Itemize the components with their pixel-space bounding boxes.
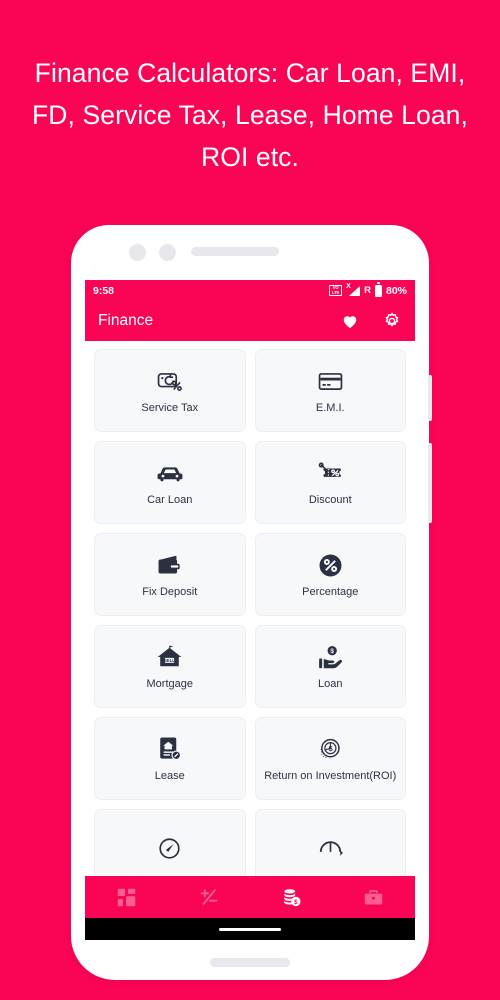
grid-item-label: Fix Deposit (142, 586, 198, 598)
wallet-icon (156, 550, 183, 580)
phone-bottom-speaker (210, 958, 290, 967)
svg-text:$: $ (329, 744, 333, 753)
grid-item-label: Loan (318, 678, 343, 690)
dashboard-grid-icon[interactable] (114, 885, 138, 909)
grid-item-emi[interactable]: E.M.I. (254, 349, 406, 432)
grid-item-lease[interactable]: Lease (94, 717, 246, 800)
credit-card-icon (317, 366, 344, 396)
phone-top-bezel (71, 225, 429, 275)
grid-item-label: E.M.I. (315, 402, 345, 414)
favorite-icon[interactable] (340, 311, 360, 331)
grid-item-percentage[interactable]: Percentage (254, 533, 406, 616)
proximity-sensor-icon (159, 244, 176, 261)
app-bar-actions (340, 311, 402, 331)
grid-item-label: Return on Investment(ROI) (264, 769, 397, 782)
app-title: Finance (98, 312, 154, 329)
grid-item-fix-deposit[interactable]: Fix Deposit (94, 533, 246, 616)
battery-percent-label: 80% (385, 284, 407, 297)
phone-volume-button[interactable] (428, 375, 432, 421)
grid-item-service-tax[interactable]: Service Tax (94, 349, 246, 432)
svg-text:SELL: SELL (164, 658, 175, 663)
bottom-navigation: $ (85, 876, 415, 918)
page-title: Finance Calculators: Car Loan, EMI, FD, … (32, 58, 468, 172)
roaming-indicator: R (364, 285, 371, 296)
grid-item-label: Car Loan (147, 494, 193, 506)
lease-document-icon (156, 734, 183, 764)
speedometer-icon (317, 833, 344, 863)
battery-icon (374, 282, 382, 297)
car-icon (156, 458, 184, 488)
svg-text:$: $ (294, 898, 298, 905)
volte-icon: VO LTE (329, 285, 343, 296)
signal-strength-icon: X (346, 283, 361, 297)
status-indicators: VO LTE X R 80% (329, 282, 407, 297)
grid-item-label: Percentage (302, 586, 359, 598)
grid-item-roi[interactable]: $ Return on Investment(ROI) (254, 717, 406, 800)
grid-item-discount[interactable]: Discount (254, 441, 406, 524)
status-clock: 9:58 (93, 284, 115, 297)
earpiece-speaker (191, 247, 279, 256)
hand-coin-icon: $ (317, 642, 344, 672)
calculator-grid-scroll[interactable]: Service Tax E.M.I. Car Loan Discount Fix… (85, 341, 415, 918)
grid-item-mortgage[interactable]: SELL Mortgage (94, 625, 246, 708)
calculator-grid: Service Tax E.M.I. Car Loan Discount Fix… (94, 349, 406, 892)
svg-text:$: $ (330, 648, 334, 655)
gauge-icon (156, 833, 183, 863)
grid-item-label: Lease (154, 769, 185, 782)
briefcase-icon[interactable] (362, 885, 386, 909)
screenshot-root: Finance Calculators: Car Loan, EMI, FD, … (0, 0, 500, 1000)
percent-circle-icon (317, 550, 344, 580)
settings-gear-icon[interactable] (382, 311, 402, 331)
phone-power-button[interactable] (428, 443, 432, 523)
roi-coin-chart-icon: $ (317, 734, 343, 764)
status-bar: 9:58 VO LTE X R 80% (85, 280, 415, 301)
house-sell-icon: SELL (156, 642, 183, 672)
home-indicator[interactable] (219, 927, 281, 931)
phone-mockup: 9:58 VO LTE X R 80% Finance Service Tax … (71, 225, 432, 980)
coins-stack-icon[interactable]: $ (279, 885, 303, 909)
discount-tag-icon (317, 458, 344, 488)
grid-item-car-loan[interactable]: Car Loan (94, 441, 246, 524)
front-camera-icon (129, 244, 146, 261)
grid-item-label: Mortgage (146, 678, 193, 690)
plus-minus-math-icon[interactable] (197, 885, 221, 909)
grid-item-label: Discount (308, 494, 352, 506)
grid-item-loan[interactable]: $ Loan (254, 625, 406, 708)
phone-screen: 9:58 VO LTE X R 80% Finance Service Tax … (85, 280, 415, 918)
app-bar: Finance (85, 301, 415, 341)
grid-item-label: Service Tax (141, 402, 199, 414)
android-navigation-bar (85, 918, 415, 940)
service-tax-icon (156, 366, 183, 396)
